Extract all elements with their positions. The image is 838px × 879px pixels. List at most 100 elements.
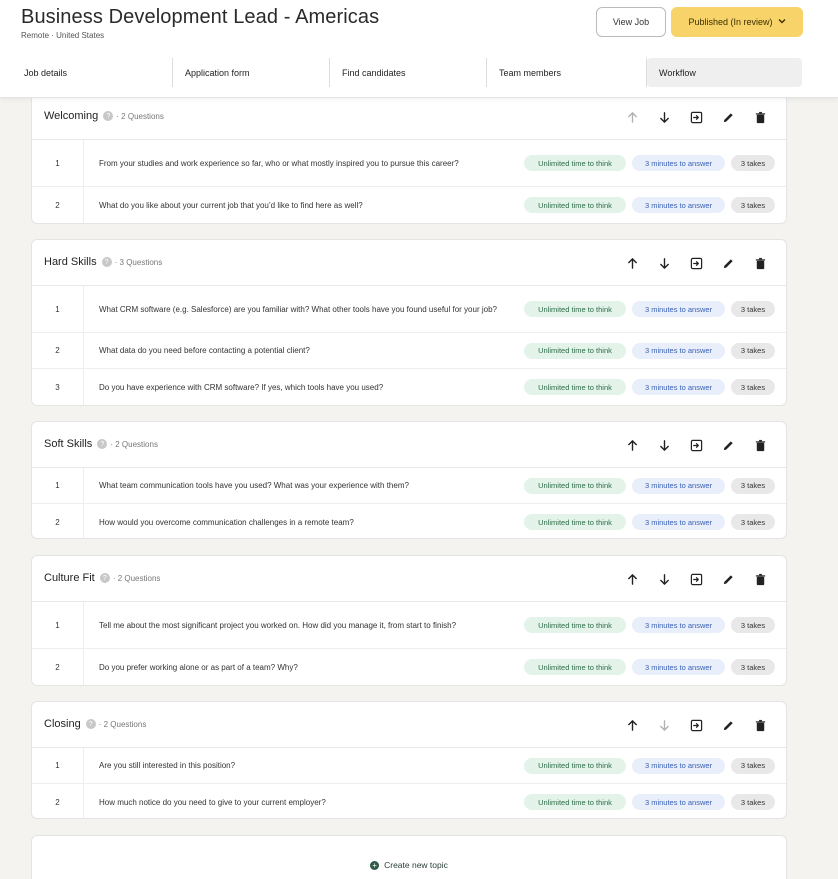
question-number: 2 [32,784,84,818]
edit-icon[interactable] [716,105,740,129]
question-settings: Unlimited time to think 3 minutes to answ… [524,757,786,774]
takes-badge: 3 takes [731,477,775,494]
topic-title-text: Hard Skills [44,256,97,268]
question-row[interactable]: 2 What data do you need before contacting… [32,333,786,369]
status-dropdown-button[interactable]: Published (In review) [671,7,803,37]
chevron-down-icon [778,17,786,27]
job-location: Remote · United States [21,31,105,40]
question-row[interactable]: 1 From your studies and work experience s… [32,140,786,187]
move-to-icon[interactable] [684,713,708,737]
question-count: · 2 Questions [112,573,161,583]
edit-icon[interactable] [716,567,740,591]
question-number: 1 [32,286,84,332]
move-down-icon[interactable] [652,105,676,129]
edit-icon[interactable] [716,251,740,275]
page-title: Business Development Lead - Americas [21,6,380,28]
help-icon[interactable]: ? [101,257,112,268]
topic-section: Welcoming ? · 2 Questions 1 From your studi… [31,93,787,224]
tab-application-form[interactable]: Application form [173,58,330,87]
tab-workflow[interactable]: Workflow [647,58,802,87]
move-down-icon [652,713,676,737]
topic-title: Welcoming ? · 2 Questions [44,110,164,122]
edit-icon[interactable] [716,433,740,457]
question-settings: Unlimited time to think 3 minutes to answ… [524,379,786,395]
question-settings: Unlimited time to think 3 minutes to answ… [524,659,786,675]
question-number: 3 [32,369,84,405]
topic-header: Closing ? · 2 Questions [32,702,786,748]
takes-badge: 3 takes [731,794,775,810]
delete-icon[interactable] [748,105,772,129]
think-time-badge: Unlimited time to think [524,659,626,675]
move-down-icon[interactable] [652,433,676,457]
think-time-badge: Unlimited time to think [524,379,626,395]
move-down-icon[interactable] [652,567,676,591]
question-number: 2 [32,504,84,538]
answer-time-badge: 3 minutes to answer [632,659,725,675]
question-number: 2 [32,187,84,223]
question-text: What CRM software (e.g. Salesforce) are … [99,304,497,314]
delete-icon[interactable] [748,713,772,737]
help-icon[interactable]: ? [97,439,108,450]
question-text: What team communication tools have you u… [99,481,409,490]
delete-icon[interactable] [748,251,772,275]
topic-meta: ? · 2 Questions [103,111,164,122]
create-new-topic-button[interactable]: + Create new topic [31,835,787,879]
tab-job-details[interactable]: Job details [12,58,173,87]
tab-find-candidates[interactable]: Find candidates [330,58,487,87]
view-job-button[interactable]: View Job [596,7,666,37]
question-settings: Unlimited time to think 3 minutes to answ… [524,342,786,359]
question-settings: Unlimited time to think 3 minutes to answ… [524,794,786,810]
think-time-badge: Unlimited time to think [524,794,626,810]
delete-icon[interactable] [748,567,772,591]
question-row[interactable]: 2 Do you prefer working alone or as part … [32,649,786,685]
tab-team-members[interactable]: Team members [487,58,647,87]
help-icon[interactable]: ? [85,719,96,730]
move-up-icon[interactable] [620,567,644,591]
question-count: · 3 Questions [114,257,163,267]
topic-section: Closing ? · 2 Questions 1 Are you still int… [31,701,787,819]
move-up-icon[interactable] [620,251,644,275]
tab-bar: Job details Application form Find candid… [12,58,803,87]
move-down-icon[interactable] [652,251,676,275]
answer-time-badge: 3 minutes to answer [632,757,725,774]
question-number: 1 [32,602,84,648]
question-text: Are you still interested in this positio… [99,761,236,770]
question-number: 2 [32,333,84,368]
status-label: Published (In review) [688,17,773,27]
help-icon[interactable]: ? [99,573,110,584]
answer-time-badge: 3 minutes to answer [632,477,725,494]
topic-actions [620,567,772,591]
topic-title: Culture Fit ? · 2 Questions [44,572,160,584]
question-row[interactable]: 2 How much notice do you need to give to … [32,784,786,818]
move-to-icon[interactable] [684,105,708,129]
help-icon[interactable]: ? [103,111,114,122]
topic-actions [620,105,772,129]
question-row[interactable]: 1 Are you still interested in this positi… [32,748,786,784]
move-to-icon[interactable] [684,251,708,275]
delete-icon[interactable] [748,433,772,457]
answer-time-badge: 3 minutes to answer [632,617,725,633]
think-time-badge: Unlimited time to think [524,617,626,633]
question-row[interactable]: 3 Do you have experience with CRM softwar… [32,369,786,405]
topic-meta: ? · 2 Questions [85,719,146,730]
topic-actions [620,433,772,457]
plus-circle-icon: + [370,860,380,870]
question-row[interactable]: 1 What team communication tools have you … [32,468,786,504]
edit-icon[interactable] [716,713,740,737]
takes-badge: 3 takes [731,301,775,317]
think-time-badge: Unlimited time to think [524,757,626,774]
question-row[interactable]: 2 What do you like about your current job… [32,187,786,223]
topic-actions [620,251,772,275]
question-text: How would you overcome communication cha… [99,517,354,527]
takes-badge: 3 takes [731,342,775,359]
move-to-icon[interactable] [684,567,708,591]
question-row[interactable]: 1 What CRM software (e.g. Salesforce) are… [32,286,786,333]
question-row[interactable]: 2 How would you overcome communication ch… [32,504,786,538]
question-settings: Unlimited time to think 3 minutes to answ… [524,617,786,633]
think-time-badge: Unlimited time to think [524,197,626,213]
question-row[interactable]: 1 Tell me about the most significant proj… [32,602,786,649]
move-to-icon[interactable] [684,433,708,457]
move-up-icon[interactable] [620,713,644,737]
move-up-icon[interactable] [620,433,644,457]
topic-meta: ? · 3 Questions [101,257,163,268]
